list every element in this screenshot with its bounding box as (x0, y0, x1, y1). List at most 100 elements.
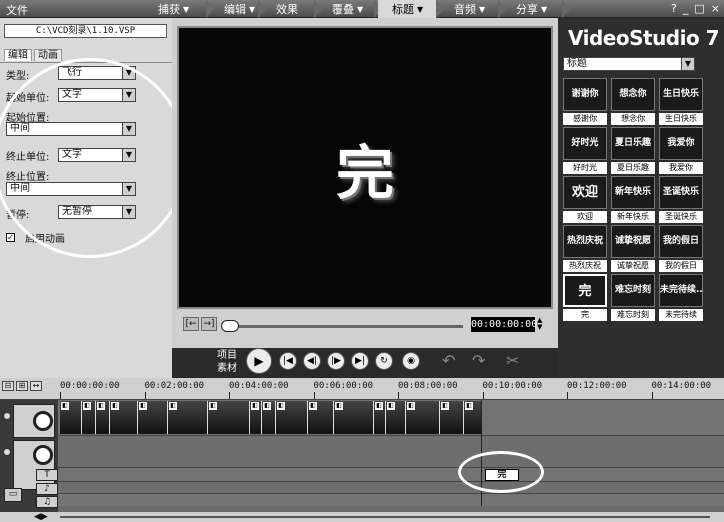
playhead[interactable] (481, 400, 482, 506)
library-tile[interactable]: 我爱你 我爱你 (659, 127, 703, 174)
previous-frame-button[interactable]: ◀| (303, 352, 321, 370)
tile-thumbnail: 夏日乐趣 (611, 127, 655, 160)
start-position-dropdown[interactable]: 中间 ▼ (6, 122, 136, 136)
library-tile[interactable]: 好时光 好时光 (563, 127, 607, 174)
tile-caption: 诚挚祝愿 (611, 260, 655, 272)
video-clip[interactable]: ◧ (334, 401, 374, 434)
title-track[interactable]: 完 (58, 468, 724, 482)
library-tile[interactable]: 诚挚祝愿 诚挚祝愿 (611, 225, 655, 272)
library-category-dropdown[interactable]: 标题 ▼ (563, 57, 695, 71)
clip-mode-label[interactable]: 素材 (217, 362, 237, 375)
video-clip[interactable]: ◧ (168, 401, 208, 434)
video-clip[interactable]: ◧ (138, 401, 168, 434)
next-frame-button[interactable]: |▶ (327, 352, 345, 370)
timeline-ruler[interactable]: ⊟ ⊞ ↔ 00:00:00:00 00:02:00:00 00:04:00:00 0… (0, 378, 724, 400)
type-dropdown[interactable]: 飞行 ▼ (58, 66, 136, 80)
timeline-scroll-track[interactable] (60, 516, 710, 518)
video-clip[interactable]: ◧ (464, 401, 482, 434)
library-tile[interactable]: 欢迎 欢迎 (563, 176, 607, 223)
library-tile[interactable]: 新年快乐 新年快乐 (611, 176, 655, 223)
help-button[interactable]: ? (671, 2, 677, 15)
ruler-tick-label: 00:08:00:00 (398, 381, 458, 391)
video-clip[interactable]: ◧ (374, 401, 386, 434)
library-tile[interactable]: 圣诞快乐 圣诞快乐 (659, 176, 703, 223)
step-0[interactable]: 捕获 ▼ (144, 0, 214, 18)
music-track[interactable] (58, 494, 724, 506)
storyboard-view-button[interactable]: ⊟ (2, 381, 14, 391)
go-to-start-button[interactable]: |◀ (279, 352, 297, 370)
fit-project-button[interactable]: ↔ (30, 381, 42, 391)
video-clip[interactable]: ◧ (386, 401, 406, 434)
minimize-button[interactable]: _ (683, 2, 689, 15)
tab-edit[interactable]: 编辑 (4, 49, 32, 61)
library-tile[interactable]: 想念你 想念你 (611, 78, 655, 125)
timecode-display[interactable]: 00:00:00:00 (471, 317, 537, 332)
step-label: 标题 (392, 3, 414, 16)
video-clip[interactable]: ◧ (96, 401, 110, 434)
undo-icon[interactable]: ↶ (442, 351, 455, 370)
library-tile[interactable]: 难忘时刻 难忘时刻 (611, 274, 655, 321)
end-position-dropdown[interactable]: 中间 ▼ (6, 182, 136, 196)
timeline-view-button[interactable]: ⊞ (16, 381, 28, 391)
video-clip[interactable]: ◧ (250, 401, 262, 434)
mark-in-button[interactable]: [← (183, 317, 199, 331)
overlay-track[interactable] (58, 436, 724, 468)
voice-track-icon[interactable]: ♪ (36, 483, 58, 495)
tile-thumbnail: 欢迎 (563, 176, 607, 209)
track-toggle-icon[interactable] (3, 448, 11, 456)
video-clip[interactable]: ◧ (406, 401, 440, 434)
track-toggle-icon[interactable] (3, 412, 11, 420)
maximize-button[interactable]: □ (694, 2, 704, 15)
title-track-icon[interactable]: T (36, 469, 58, 481)
volume-button[interactable]: ◉ (402, 352, 420, 370)
close-button[interactable]: × (711, 2, 720, 15)
video-track-header[interactable] (13, 404, 55, 438)
video-clip[interactable]: ◧ (60, 401, 82, 434)
tab-animation[interactable]: 动画 (34, 49, 62, 61)
library-tile[interactable]: 谢谢你 感谢你 (563, 78, 607, 125)
video-clip[interactable]: ◧ (262, 401, 276, 434)
video-clip[interactable]: ◧ (308, 401, 334, 434)
repeat-button[interactable]: ↻ (375, 352, 393, 370)
video-track[interactable]: ◧ ◧ ◧ ◧ ◧ ◧ ◧ ◧ ◧ ◧ ◧ ◧ ◧ ◧ ◧ ◧ ◧ (58, 400, 724, 436)
enable-animation-checkbox[interactable]: ✓ 启用动画 (6, 230, 65, 245)
library-tile[interactable]: 完完 (563, 274, 607, 321)
mark-out-button[interactable]: →] (201, 317, 217, 331)
timeline-nav-arrows[interactable]: ◀▶ (34, 512, 48, 522)
folder-icon[interactable]: ▭ (4, 488, 22, 502)
library-tile[interactable]: 夏日乐趣 夏日乐趣 (611, 127, 655, 174)
video-clip[interactable]: ◧ (440, 401, 464, 434)
library-tile[interactable]: 我的假日 我的假日 (659, 225, 703, 272)
step-5[interactable]: 音频 ▼ (440, 0, 506, 18)
voice-track[interactable] (58, 482, 724, 494)
step-2[interactable]: 效果 (262, 0, 322, 18)
timecode-spinner[interactable]: ▲ ▼ (537, 317, 542, 331)
video-clip[interactable]: ◧ (276, 401, 308, 434)
music-track-icon[interactable]: ♫ (36, 496, 58, 508)
step-3[interactable]: 覆叠 ▼ (318, 0, 382, 18)
play-button[interactable]: ▶ (246, 348, 272, 374)
video-clip[interactable]: ◧ (82, 401, 96, 434)
start-unit-dropdown[interactable]: 文字 ▼ (58, 88, 136, 102)
end-unit-dropdown[interactable]: 文字 ▼ (58, 148, 136, 162)
library-tile[interactable]: 热烈庆祝 热烈庆祝 (563, 225, 607, 272)
video-clip[interactable]: ◧ (208, 401, 250, 434)
video-clip[interactable]: ◧ (110, 401, 138, 434)
project-mode-label[interactable]: 项目 (217, 349, 237, 362)
library-tile[interactable]: 未完待续... 未完待续 (659, 274, 703, 321)
enable-animation-label: 启用动画 (25, 234, 65, 245)
preview-title-text: 完 (335, 138, 394, 207)
chevron-down-icon: ▼ (122, 123, 135, 135)
scrub-handle[interactable] (221, 320, 239, 332)
step-4[interactable]: 标题 ▼ (378, 0, 444, 18)
title-clip[interactable]: 完 (485, 469, 519, 481)
scrub-track[interactable] (225, 325, 463, 328)
scissors-icon[interactable]: ✂ (506, 351, 519, 370)
step-1[interactable]: 编辑 ▼ (210, 0, 266, 18)
file-menu[interactable]: 文件 (6, 2, 28, 18)
go-to-end-button[interactable]: ▶| (351, 352, 369, 370)
library-tile[interactable]: 生日快乐 生日快乐 (659, 78, 703, 125)
redo-icon[interactable]: ↷ (472, 351, 485, 370)
step-6[interactable]: 分享 ▼ (502, 0, 570, 18)
pause-dropdown[interactable]: 无暂停 ▼ (58, 205, 136, 219)
